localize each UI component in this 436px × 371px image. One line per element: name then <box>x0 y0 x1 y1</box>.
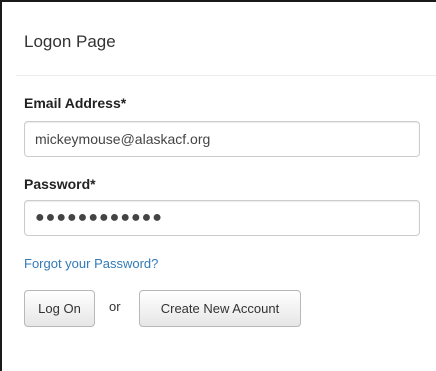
logon-page: Logon Page Email Address* Password* Forg… <box>0 0 436 371</box>
create-new-account-button[interactable]: Create New Account <box>139 290 301 327</box>
password-field[interactable] <box>24 200 420 236</box>
forgot-password-link[interactable]: Forgot your Password? <box>24 256 158 271</box>
password-label: Password* <box>24 176 96 192</box>
window-left-border <box>0 0 2 371</box>
window-top-border <box>0 0 436 2</box>
or-separator: or <box>109 299 121 314</box>
page-title: Logon Page <box>24 32 116 51</box>
email-field[interactable] <box>24 121 420 157</box>
email-label: Email Address* <box>24 95 127 111</box>
heading-divider <box>16 75 436 76</box>
log-on-button[interactable]: Log On <box>24 290 95 327</box>
